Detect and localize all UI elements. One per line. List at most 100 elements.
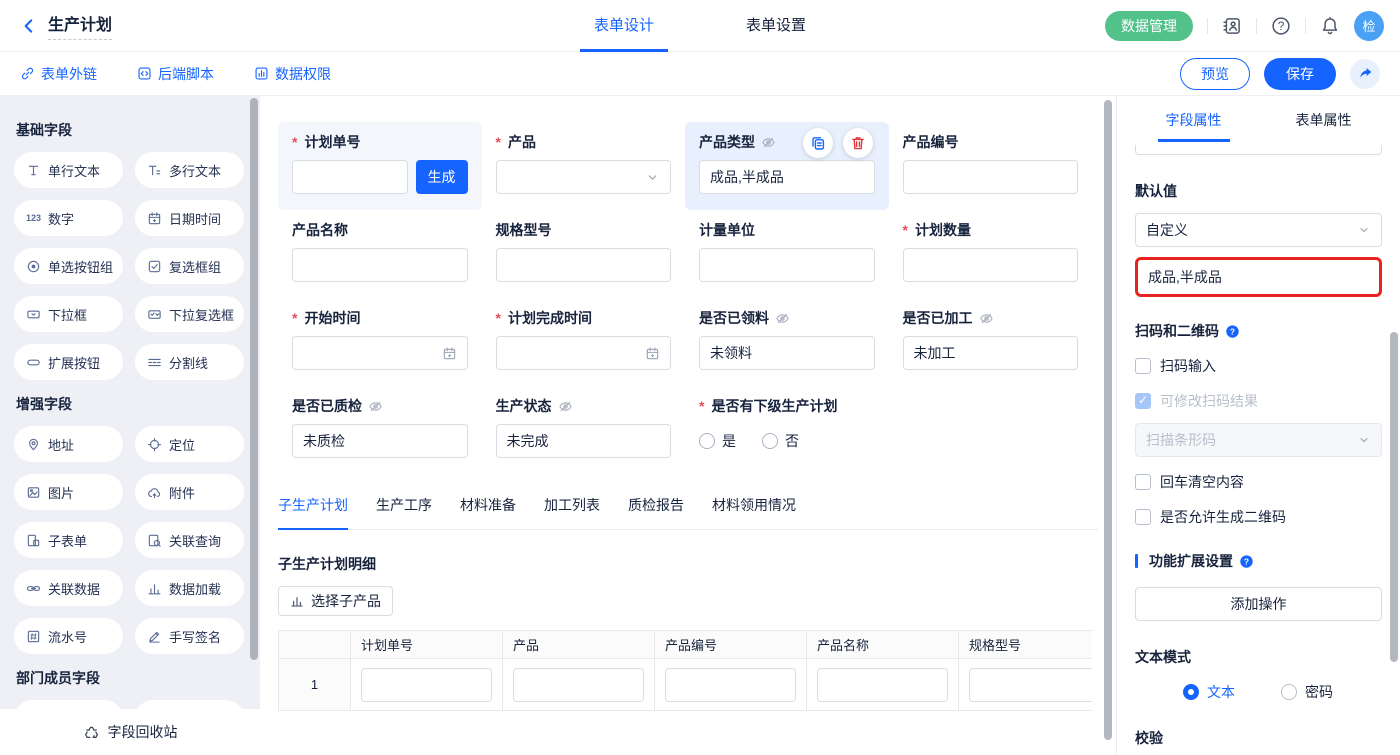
cell-product-input[interactable]: [513, 668, 644, 702]
data-manage-button[interactable]: 数据管理: [1105, 11, 1193, 41]
cell-product-code-input[interactable]: [665, 668, 796, 702]
back-icon[interactable]: [20, 17, 38, 35]
palette-item-dropdown[interactable]: 下拉框: [14, 296, 123, 332]
palette-item-extend-button[interactable]: 扩展按钮: [14, 344, 123, 380]
unit-input[interactable]: [699, 248, 875, 282]
palette-item-single-line-text[interactable]: 单行文本: [14, 152, 123, 188]
backend-script-link[interactable]: 后端脚本: [137, 64, 214, 84]
subtab-material-prep[interactable]: 材料准备: [460, 495, 516, 530]
radio-yes[interactable]: 是: [699, 431, 736, 451]
share-button[interactable]: [1350, 59, 1380, 89]
field-processed[interactable]: 是否已加工 未加工: [889, 298, 1093, 386]
help-circle-icon[interactable]: [1225, 324, 1240, 339]
number-123-icon: 123: [26, 213, 41, 223]
palette-item-attachment[interactable]: 附件: [135, 474, 244, 510]
tab-form-properties[interactable]: 表单属性: [1288, 96, 1360, 142]
field-unit[interactable]: 计量单位: [685, 210, 889, 298]
field-product-name[interactable]: 产品名称: [278, 210, 482, 298]
palette-item-multi-line-text[interactable]: 多行文本: [135, 152, 244, 188]
bell-icon[interactable]: [1320, 16, 1340, 36]
field-qc-checked[interactable]: 是否已质检 未质检: [278, 386, 482, 474]
palette-item-radio-group[interactable]: 单选按钮组: [14, 248, 123, 284]
palette-item-divider[interactable]: 分割线: [135, 344, 244, 380]
palette-item-subform[interactable]: 子表单: [14, 522, 123, 558]
tab-form-design[interactable]: 表单设计: [580, 0, 668, 52]
field-product-code[interactable]: 产品编号: [889, 122, 1093, 210]
material-received-input[interactable]: 未领料: [699, 336, 875, 370]
default-value-input-highlighted[interactable]: 成品,半成品: [1135, 257, 1382, 297]
cell-spec-input[interactable]: [969, 668, 1092, 702]
sidebar-scrollbar[interactable]: [250, 98, 258, 660]
field-plan-qty[interactable]: *计划数量: [889, 210, 1093, 298]
radio-text-mode-text[interactable]: 文本: [1183, 682, 1235, 702]
subtab-material-usage[interactable]: 材料领用情况: [712, 495, 796, 530]
field-material-received[interactable]: 是否已领料 未领料: [685, 298, 889, 386]
field-has-subplan[interactable]: *是否有下级生产计划 是 否: [685, 386, 1092, 474]
subtab-production-process[interactable]: 生产工序: [376, 495, 432, 530]
field-product-type[interactable]: 产品类型 成品,半成品: [685, 122, 889, 210]
palette-item-data-load[interactable]: 数据加载: [135, 570, 244, 606]
scan-section-title: 扫码和二维码: [1135, 321, 1382, 341]
cell-product-name-input[interactable]: [817, 668, 948, 702]
checkbox-enter-clear[interactable]: 回车清空内容: [1135, 472, 1382, 492]
palette-item-image[interactable]: 图片: [14, 474, 123, 510]
field-plan-no[interactable]: *计划单号 生成: [278, 122, 482, 210]
select-subproduct-button[interactable]: 选择子产品: [278, 586, 393, 616]
palette-item-address[interactable]: 地址: [14, 426, 123, 462]
finish-time-input[interactable]: [496, 336, 672, 370]
palette-item-serial-number[interactable]: 流水号: [14, 618, 123, 654]
plan-qty-input[interactable]: [903, 248, 1079, 282]
subtab-processing-list[interactable]: 加工列表: [544, 495, 600, 530]
field-production-status[interactable]: 生产状态 未完成: [482, 386, 686, 474]
palette-item-dropdown-multi[interactable]: 下拉复选框: [135, 296, 244, 332]
palette-item-location[interactable]: 定位: [135, 426, 244, 462]
panel-scrollbar[interactable]: [1390, 332, 1398, 662]
palette-item-datetime[interactable]: 日期时间: [135, 200, 244, 236]
spec-model-input[interactable]: [496, 248, 672, 282]
product-name-input[interactable]: [292, 248, 468, 282]
preview-button[interactable]: 预览: [1180, 58, 1250, 90]
properties-panel: 字段属性 表单属性 默认值 自定义 成品,半成品 扫码和二维码 扫码输入 可修改…: [1116, 96, 1400, 755]
default-mode-select[interactable]: 自定义: [1135, 213, 1382, 247]
tab-field-properties[interactable]: 字段属性: [1158, 96, 1230, 142]
generate-button[interactable]: 生成: [416, 160, 468, 194]
field-recycle-bin[interactable]: 字段回收站: [0, 709, 260, 755]
checkbox-generate-qrcode[interactable]: 是否允许生成二维码: [1135, 507, 1382, 527]
palette-item-linked-data[interactable]: 关联数据: [14, 570, 123, 606]
form-external-link[interactable]: 表单外链: [20, 64, 97, 84]
checkbox-scan-input[interactable]: 扫码输入: [1135, 356, 1382, 376]
product-code-input[interactable]: [903, 160, 1079, 194]
add-action-button[interactable]: 添加操作: [1135, 587, 1382, 621]
tab-form-settings[interactable]: 表单设置: [732, 0, 820, 52]
field-product[interactable]: *产品: [482, 122, 686, 210]
save-button[interactable]: 保存: [1264, 58, 1336, 90]
start-time-input[interactable]: [292, 336, 468, 370]
subtab-qc-report[interactable]: 质检报告: [628, 495, 684, 530]
product-select[interactable]: [496, 160, 672, 194]
field-spec-model[interactable]: 规格型号: [482, 210, 686, 298]
canvas-scrollbar[interactable]: [1104, 100, 1112, 740]
page-title[interactable]: 生产计划: [48, 11, 112, 40]
product-type-input[interactable]: 成品,半成品: [699, 160, 875, 194]
cell-plan-no-input[interactable]: [361, 668, 492, 702]
palette-item-checkbox-group[interactable]: 复选框组: [135, 248, 244, 284]
palette-item-linked-query[interactable]: 关联查询: [135, 522, 244, 558]
contact-book-icon[interactable]: [1222, 16, 1242, 36]
plan-no-input[interactable]: [292, 160, 408, 194]
help-icon[interactable]: [1271, 16, 1291, 36]
help-circle-icon[interactable]: [1239, 554, 1254, 569]
field-start-time[interactable]: *开始时间: [278, 298, 482, 386]
production-status-input[interactable]: 未完成: [496, 424, 672, 458]
qc-checked-input[interactable]: 未质检: [292, 424, 468, 458]
data-permission-link[interactable]: 数据权限: [254, 64, 331, 84]
radio-no[interactable]: 否: [762, 431, 799, 451]
subtab-sub-production-plan[interactable]: 子生产计划: [278, 495, 348, 530]
delete-field-button[interactable]: [843, 128, 873, 158]
processed-input[interactable]: 未加工: [903, 336, 1079, 370]
palette-item-signature[interactable]: 手写签名: [135, 618, 244, 654]
palette-item-number[interactable]: 123数字: [14, 200, 123, 236]
avatar[interactable]: 检: [1354, 11, 1384, 41]
field-finish-time[interactable]: *计划完成时间: [482, 298, 686, 386]
radio-text-mode-password[interactable]: 密码: [1281, 682, 1333, 702]
copy-field-button[interactable]: [803, 128, 833, 158]
